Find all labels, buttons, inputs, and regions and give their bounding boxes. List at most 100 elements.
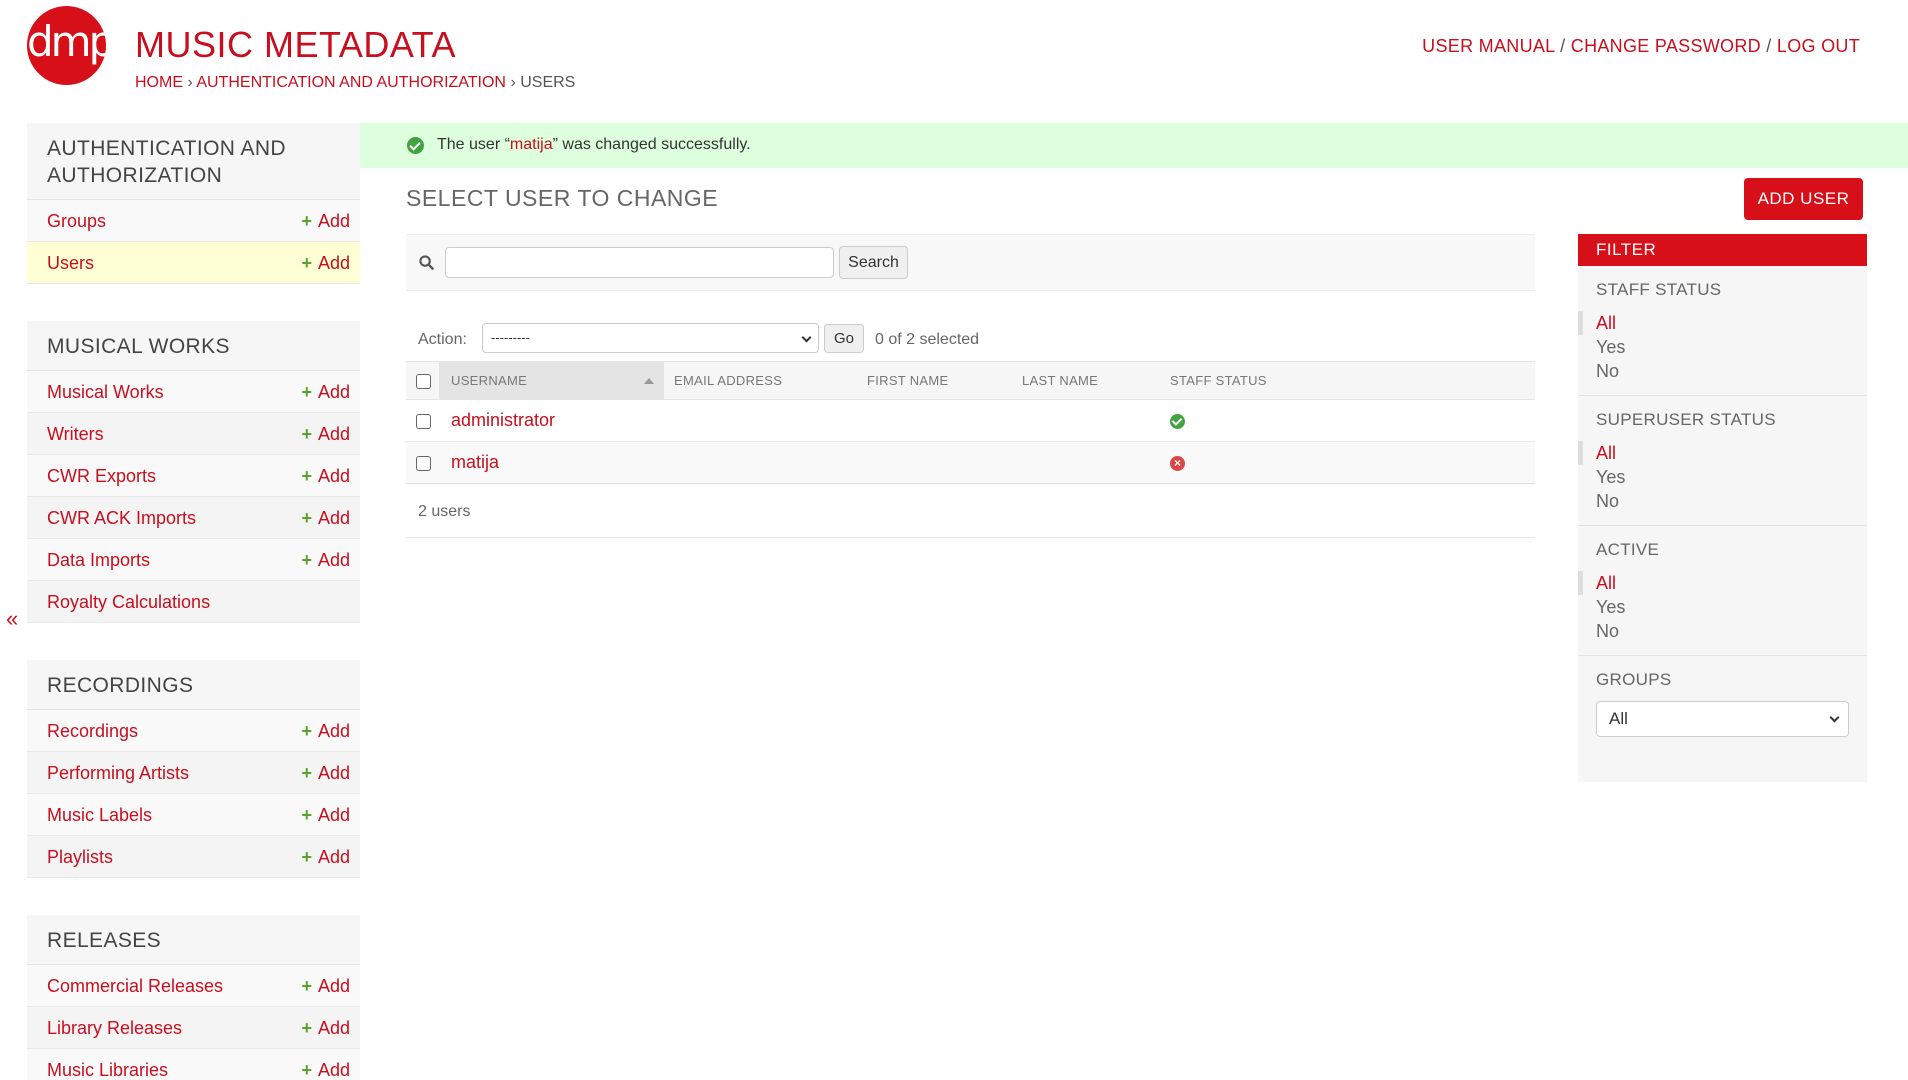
filter-option-link[interactable]: Yes	[1596, 597, 1625, 617]
add-writers-link[interactable]: + Add	[301, 424, 350, 445]
sidebar-item-link[interactable]: CWR ACK Imports	[47, 508, 196, 529]
sidebar-item-link[interactable]: Playlists	[47, 847, 113, 868]
breadcrumb-separator: ›	[187, 74, 193, 91]
add-music-libraries-link[interactable]: + Add	[301, 1060, 350, 1080]
filter-options: All Yes No	[1578, 571, 1867, 643]
filter-title: FILTER	[1578, 234, 1867, 266]
row-checkbox[interactable]	[416, 413, 431, 429]
sidebar-item-link[interactable]: Royalty Calculations	[47, 592, 210, 613]
sidebar-item-link[interactable]: Music Libraries	[47, 1060, 168, 1080]
sidebar-module-caption[interactable]: MUSICAL WORKS	[27, 321, 360, 371]
sidebar-item-link[interactable]: Writers	[47, 424, 104, 445]
first-name-cell	[855, 441, 1010, 484]
username-link[interactable]: matija	[451, 452, 499, 472]
sidebar-item-link[interactable]: Users	[47, 253, 94, 274]
paginator: 2 users	[406, 484, 1535, 538]
site-title[interactable]: MUSIC METADATA	[135, 24, 456, 66]
chevron-down-icon	[801, 332, 812, 343]
add-label: Add	[317, 550, 350, 570]
add-groups-link[interactable]: + Add	[301, 211, 350, 232]
sidebar-collapse-toggle[interactable]: «	[6, 606, 18, 632]
filter-option-link[interactable]: All	[1596, 573, 1616, 593]
sidebar-item-music-labels: Music Labels + Add	[27, 794, 360, 836]
breadcrumb-home[interactable]: HOME	[135, 74, 183, 91]
filter-section-title: SUPERUSER STATUS	[1596, 410, 1776, 429]
sidebar-item-link[interactable]: Commercial Releases	[47, 976, 223, 997]
column-header-email[interactable]: EMAIL ADDRESS	[664, 361, 855, 400]
action-select[interactable]: ---------	[482, 323, 819, 353]
staff-status-cell: ×	[1158, 441, 1535, 484]
add-cwr-ack-imports-link[interactable]: + Add	[301, 508, 350, 529]
column-header-username[interactable]: USERNAME	[439, 361, 664, 400]
groups-filter-select[interactable]: All	[1596, 701, 1849, 737]
filter-option-yes: Yes	[1578, 335, 1867, 359]
username-link[interactable]: administrator	[451, 410, 555, 430]
search-toolbar: Search	[406, 234, 1535, 291]
row-checkbox[interactable]	[416, 455, 431, 471]
user-tools: USER MANUAL / CHANGE PASSWORD / LOG OUT	[1422, 36, 1860, 57]
sidebar-item-writers: Writers + Add	[27, 413, 360, 455]
add-label: Add	[317, 253, 350, 273]
plus-icon: +	[301, 382, 312, 402]
dmp-logo[interactable]: dmp	[27, 6, 106, 85]
sidebar-item-link[interactable]: Performing Artists	[47, 763, 189, 784]
add-cwr-exports-link[interactable]: + Add	[301, 466, 350, 487]
go-button[interactable]: Go	[824, 324, 864, 353]
filter-option-link[interactable]: No	[1596, 491, 1619, 511]
column-header-first-name[interactable]: FIRST NAME	[855, 361, 1010, 400]
filter-option-link[interactable]: Yes	[1596, 337, 1625, 357]
sidebar-module-authentication-and-authorization: AUTHENTICATION AND AUTHORIZATION Groups + A…	[27, 123, 360, 284]
column-header-last-name[interactable]: LAST NAME	[1010, 361, 1158, 400]
filter-option-link[interactable]: All	[1596, 313, 1616, 333]
sidebar-item-link[interactable]: Recordings	[47, 721, 138, 742]
sort-ascending-icon[interactable]	[644, 378, 654, 384]
sidebar-item-library-releases: Library Releases + Add	[27, 1007, 360, 1049]
logout-link[interactable]: LOG OUT	[1777, 36, 1860, 56]
column-header-staff-status[interactable]: STAFF STATUS	[1158, 361, 1535, 400]
add-library-releases-link[interactable]: + Add	[301, 1018, 350, 1039]
add-label: Add	[317, 466, 350, 486]
sidebar-item-link[interactable]: CWR Exports	[47, 466, 156, 487]
sidebar-module-caption[interactable]: RELEASES	[27, 915, 360, 965]
filter-option-link[interactable]: No	[1596, 621, 1619, 641]
sidebar-item-cwr-exports: CWR Exports + Add	[27, 455, 360, 497]
add-label: Add	[317, 976, 350, 996]
change-password-link[interactable]: CHANGE PASSWORD	[1571, 36, 1761, 56]
filter-section-active: ACTIVE All Yes No	[1578, 526, 1867, 656]
sidebar-item-commercial-releases: Commercial Releases + Add	[27, 965, 360, 1007]
add-data-imports-link[interactable]: + Add	[301, 550, 350, 571]
search-button[interactable]: Search	[839, 246, 908, 279]
filter-option-link[interactable]: All	[1596, 443, 1616, 463]
add-music-labels-link[interactable]: + Add	[301, 805, 350, 826]
add-label: Add	[317, 847, 350, 867]
user-manual-link[interactable]: USER MANUAL	[1422, 36, 1555, 56]
add-performing-artists-link[interactable]: + Add	[301, 763, 350, 784]
plus-icon: +	[301, 721, 312, 741]
add-label: Add	[317, 508, 350, 528]
filter-option-link[interactable]: No	[1596, 361, 1619, 381]
select-all-checkbox[interactable]	[416, 373, 431, 389]
email-cell	[664, 441, 855, 484]
filter-option-link[interactable]: Yes	[1596, 467, 1625, 487]
table-row: administrator	[406, 399, 1535, 442]
breadcrumb-app[interactable]: AUTHENTICATION AND AUTHORIZATION	[196, 74, 506, 91]
filter-option-all: All	[1578, 311, 1867, 335]
sidebar-module-caption[interactable]: RECORDINGS	[27, 660, 360, 710]
sidebar-item-link[interactable]: Music Labels	[47, 805, 152, 826]
sidebar-item-link[interactable]: Library Releases	[47, 1018, 182, 1039]
add-user-button[interactable]: ADD USER	[1744, 178, 1863, 220]
sidebar-module-caption[interactable]: AUTHENTICATION AND AUTHORIZATION	[27, 123, 360, 200]
add-label: Add	[317, 211, 350, 231]
add-playlists-link[interactable]: + Add	[301, 847, 350, 868]
sidebar-item-groups: Groups + Add	[27, 200, 360, 242]
changed-user-link[interactable]: matija	[510, 136, 553, 153]
sidebar-item-link[interactable]: Groups	[47, 211, 106, 232]
add-users-link[interactable]: + Add	[301, 253, 350, 274]
sidebar-item-link[interactable]: Data Imports	[47, 550, 150, 571]
add-recordings-link[interactable]: + Add	[301, 721, 350, 742]
search-input[interactable]	[445, 247, 834, 278]
plus-icon: +	[301, 976, 312, 996]
add-musical-works-link[interactable]: + Add	[301, 382, 350, 403]
add-commercial-releases-link[interactable]: + Add	[301, 976, 350, 997]
sidebar-item-link[interactable]: Musical Works	[47, 382, 164, 403]
